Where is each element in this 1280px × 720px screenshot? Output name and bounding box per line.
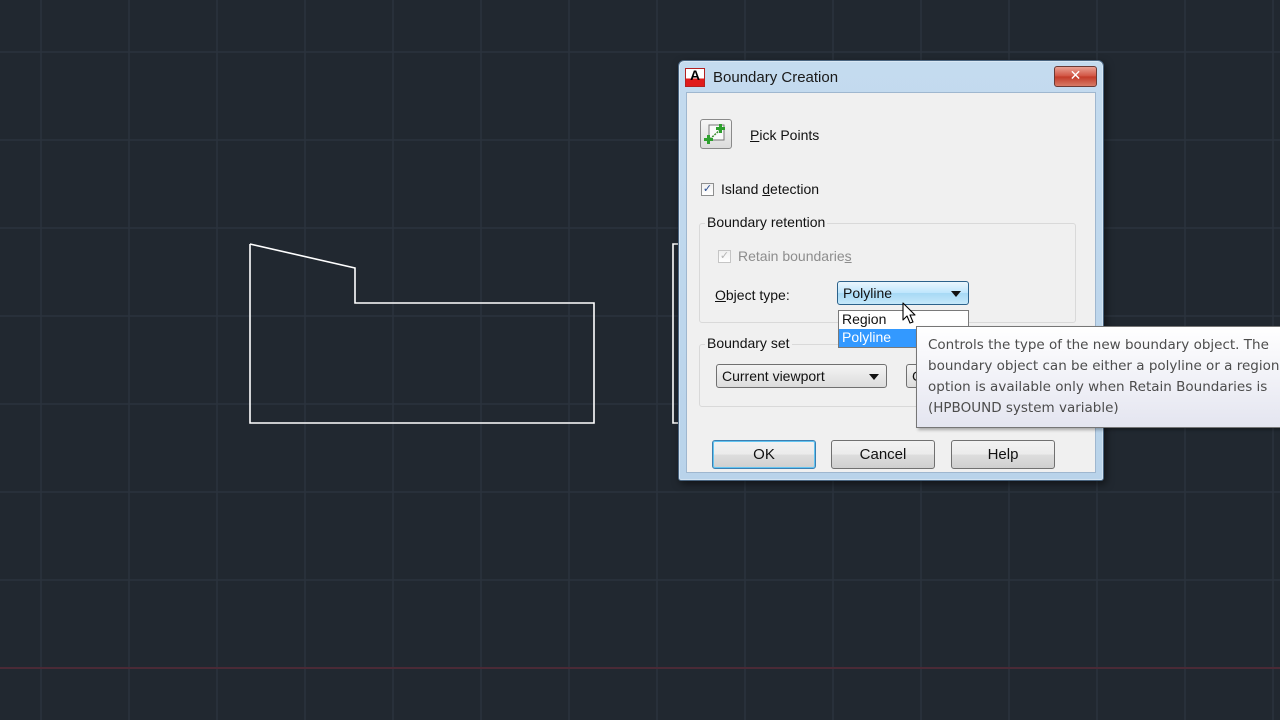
ok-button[interactable]: OK (712, 440, 816, 469)
chevron-down-icon (951, 291, 961, 297)
help-button[interactable]: Help (951, 440, 1055, 469)
boundary-set-value: Current viewport (722, 368, 825, 384)
island-detection-checkbox[interactable]: ✓ (701, 183, 714, 196)
mouse-cursor-icon (902, 302, 916, 324)
boundary-retention-label: Boundary retention (705, 214, 828, 230)
object-type-option-polyline[interactable]: Polyline (839, 329, 918, 347)
dialog-title: Boundary Creation (713, 69, 839, 86)
autocad-icon: A (685, 68, 705, 87)
pick-points-button[interactable] (700, 119, 732, 149)
tooltip-line: option is available only when Retain Bou… (928, 379, 1268, 395)
pick-points-label-text: ick Points (759, 127, 820, 143)
close-button[interactable]: ✕ (1054, 66, 1097, 87)
pick-points-mnemonic: P (750, 127, 760, 143)
retain-boundaries-text: Retain boundarie (738, 248, 845, 264)
pick-points-label[interactable]: Pick Points (750, 127, 819, 143)
object-type-mnemonic: O (715, 287, 726, 303)
island-detection-mnemonic: d (762, 181, 771, 197)
tooltip-line: (HPBOUND system variable) (928, 400, 1119, 416)
object-type-label: Object type: (715, 287, 790, 303)
object-type-tooltip: Controls the type of the new boundary ob… (916, 326, 1280, 428)
pick-points-icon (704, 124, 725, 144)
island-detection-text-b: etection (770, 181, 820, 197)
tooltip-line: Controls the type of the new boundary ob… (928, 337, 1269, 353)
island-detection-text-a: Island (721, 181, 763, 197)
boundary-retention-group (699, 223, 1076, 323)
dialog-titlebar[interactable]: A Boundary Creation ✕ (679, 61, 1103, 93)
boundary-set-label: Boundary set (705, 335, 792, 351)
chevron-down-icon (869, 374, 879, 380)
island-detection-label[interactable]: Island detection (721, 181, 819, 197)
retain-boundaries-checkbox[interactable]: ✓ (718, 250, 731, 263)
retain-boundaries-mnemonic: s (844, 248, 852, 264)
tooltip-line: boundary object can be either a polyline… (928, 358, 1280, 374)
boundary-set-select[interactable]: Current viewport (716, 364, 887, 388)
object-type-value: Polyline (843, 285, 893, 301)
boundary-shape-left[interactable] (249, 243, 595, 424)
object-type-label-text: bject type: (725, 287, 790, 303)
cancel-button[interactable]: Cancel (831, 440, 935, 469)
close-icon: ✕ (1069, 68, 1082, 84)
retain-boundaries-label[interactable]: Retain boundaries (738, 248, 852, 264)
